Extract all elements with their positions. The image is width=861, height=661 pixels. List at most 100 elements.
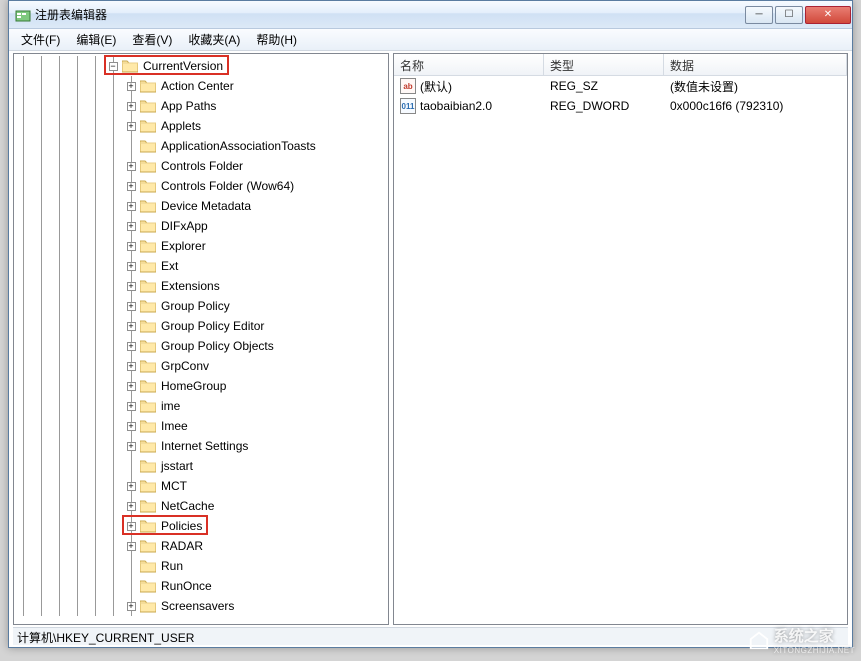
tree-item[interactable]: +Applets [14, 116, 388, 136]
tree-item[interactable]: +Group Policy [14, 296, 388, 316]
expand-icon[interactable]: + [127, 222, 136, 231]
expand-icon[interactable]: + [127, 82, 136, 91]
folder-icon [140, 179, 156, 193]
tree-item[interactable]: +Screensavers [14, 596, 388, 616]
menu-bar: 文件(F) 编辑(E) 查看(V) 收藏夹(A) 帮助(H) [9, 29, 852, 51]
expand-icon[interactable]: + [127, 162, 136, 171]
menu-edit[interactable]: 编辑(E) [68, 29, 124, 50]
folder-icon [140, 419, 156, 433]
registry-tree-panel[interactable]: −CurrentVersion+Action Center+App Paths+… [13, 53, 389, 625]
tree-label: Internet Settings [159, 439, 250, 453]
title-bar[interactable]: 注册表编辑器 ─ ☐ ✕ [9, 1, 852, 29]
tree-item[interactable]: + MCT [14, 476, 388, 496]
tree-label: HomeGroup [159, 379, 228, 393]
tree-item[interactable]: + HomeGroup [14, 376, 388, 396]
folder-icon [140, 359, 156, 373]
tree-item[interactable]: +Imee [14, 416, 388, 436]
tree-label: jsstart [159, 459, 195, 473]
window-title: 注册表编辑器 [35, 6, 744, 23]
folder-icon [140, 299, 156, 313]
tree-label: Action Center [159, 79, 236, 93]
col-header-data[interactable]: 数据 [664, 54, 847, 75]
folder-icon [140, 159, 156, 173]
tree-label: RADAR [159, 539, 205, 553]
menu-file[interactable]: 文件(F) [13, 29, 68, 50]
tree-label: ApplicationAssociationToasts [159, 139, 318, 153]
expand-icon[interactable]: + [127, 542, 136, 551]
expand-icon[interactable]: + [127, 602, 136, 611]
tree-item[interactable]: +Group Policy Objects [14, 336, 388, 356]
tree-item[interactable]: RunOnce [14, 576, 388, 596]
col-header-name[interactable]: 名称 [394, 54, 544, 75]
regedit-icon [15, 7, 31, 23]
window-controls: ─ ☐ ✕ [744, 6, 852, 24]
expand-icon[interactable]: + [127, 322, 136, 331]
expand-icon[interactable]: + [127, 502, 136, 511]
folder-icon [140, 259, 156, 273]
tree-label: MCT [159, 479, 189, 493]
expand-icon[interactable]: + [127, 422, 136, 431]
maximize-button[interactable]: ☐ [775, 6, 803, 24]
menu-help[interactable]: 帮助(H) [248, 29, 305, 50]
tree-item[interactable]: +NetCache [14, 496, 388, 516]
expand-icon[interactable]: + [127, 182, 136, 191]
tree-item[interactable]: +DIFxApp [14, 216, 388, 236]
value-row[interactable]: 011taobaibian2.0REG_DWORD0x000c16f6 (792… [394, 96, 847, 116]
tree-label: Run [159, 559, 185, 573]
expand-icon[interactable]: + [127, 122, 136, 131]
folder-icon [140, 319, 156, 333]
tree-item[interactable]: +ime [14, 396, 388, 416]
expand-icon[interactable]: + [127, 242, 136, 251]
expand-icon[interactable]: + [127, 362, 136, 371]
close-button[interactable]: ✕ [805, 6, 851, 24]
tree-item[interactable]: + Explorer [14, 236, 388, 256]
tree-label: Group Policy Editor [159, 319, 266, 333]
value-row[interactable]: ab(默认)REG_SZ(数值未设置) [394, 76, 847, 96]
col-header-type[interactable]: 类型 [544, 54, 664, 75]
expand-icon[interactable]: + [127, 302, 136, 311]
tree-item[interactable]: + App Paths [14, 96, 388, 116]
expand-icon[interactable]: + [127, 522, 136, 531]
folder-icon [140, 519, 156, 533]
menu-favorites[interactable]: 收藏夹(A) [180, 29, 248, 50]
folder-icon [140, 379, 156, 393]
tree-item[interactable]: ApplicationAssociationToasts [14, 136, 388, 156]
expand-icon[interactable]: + [127, 102, 136, 111]
tree-label: Ext [159, 259, 180, 273]
tree-item[interactable]: + RADAR [14, 536, 388, 556]
expand-icon[interactable]: + [127, 342, 136, 351]
tree-label: Extensions [159, 279, 222, 293]
tree-item[interactable]: + Policies [14, 516, 388, 536]
values-list-panel[interactable]: 名称 类型 数据 ab(默认)REG_SZ(数值未设置)011taobaibia… [393, 53, 848, 625]
tree-item[interactable]: Run [14, 556, 388, 576]
tree-label: Explorer [159, 239, 208, 253]
tree-item[interactable]: + Action Center [14, 76, 388, 96]
expand-icon[interactable]: + [127, 402, 136, 411]
expand-icon[interactable]: + [127, 202, 136, 211]
tree-item[interactable]: + Internet Settings [14, 436, 388, 456]
minimize-button[interactable]: ─ [745, 6, 773, 24]
tree-item[interactable]: +GrpConv [14, 356, 388, 376]
expand-icon[interactable]: + [127, 442, 136, 451]
expand-icon[interactable]: + [127, 382, 136, 391]
expand-icon[interactable]: + [127, 482, 136, 491]
tree-item[interactable]: +Device Metadata [14, 196, 388, 216]
expand-icon[interactable]: + [127, 282, 136, 291]
value-type: REG_DWORD [544, 97, 664, 115]
folder-icon [140, 99, 156, 113]
folder-icon [140, 579, 156, 593]
expand-icon[interactable]: + [127, 262, 136, 271]
tree-item[interactable]: + Group Policy Editor [14, 316, 388, 336]
value-type-icon: 011 [400, 98, 416, 114]
tree-label: App Paths [159, 99, 218, 113]
folder-icon [140, 239, 156, 253]
tree-item[interactable]: jsstart [14, 456, 388, 476]
tree-item[interactable]: + Extensions [14, 276, 388, 296]
tree-item[interactable]: +Controls Folder (Wow64) [14, 176, 388, 196]
tree-item[interactable]: +Controls Folder [14, 156, 388, 176]
tree-label: Policies [159, 519, 204, 533]
menu-view[interactable]: 查看(V) [124, 29, 180, 50]
tree-item[interactable]: + Ext [14, 256, 388, 276]
collapse-icon[interactable]: − [109, 62, 118, 71]
tree-item-currentversion[interactable]: −CurrentVersion [14, 56, 388, 76]
